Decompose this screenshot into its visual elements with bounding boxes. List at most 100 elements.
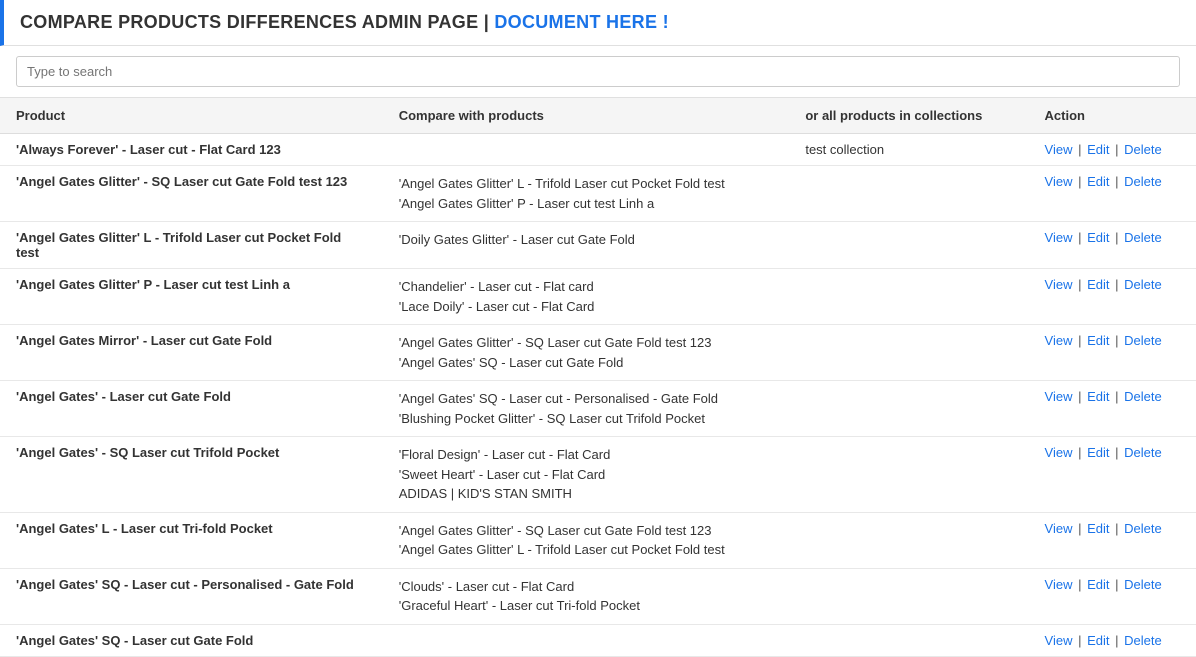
action-separator: |: [1074, 633, 1085, 648]
table-row: 'Angel Gates Glitter' - SQ Laser cut Gat…: [0, 166, 1196, 222]
cell-collection: [789, 325, 1028, 381]
compare-item: 'Angel Gates Glitter' L - Trifold Laser …: [399, 540, 774, 560]
cell-compare: 'Angel Gates Glitter' L - Trifold Laser …: [383, 166, 790, 222]
cell-action: View | Edit | Delete: [1029, 437, 1196, 513]
cell-product: 'Angel Gates' L - Laser cut Tri-fold Poc…: [0, 512, 383, 568]
cell-collection: test collection: [789, 134, 1028, 166]
cell-action: View | Edit | Delete: [1029, 624, 1196, 656]
table-row: 'Angel Gates Glitter' L - Trifold Laser …: [0, 222, 1196, 269]
cell-collection: [789, 269, 1028, 325]
action-edit-link[interactable]: Edit: [1087, 142, 1109, 157]
cell-compare: [383, 134, 790, 166]
action-separator: |: [1112, 577, 1123, 592]
compare-item: 'Angel Gates Glitter' - SQ Laser cut Gat…: [399, 333, 774, 353]
action-view-link[interactable]: View: [1045, 633, 1073, 648]
products-table: Product Compare with products or all pro…: [0, 98, 1196, 657]
cell-collection: [789, 166, 1028, 222]
action-delete-link[interactable]: Delete: [1124, 333, 1162, 348]
cell-action: View | Edit | Delete: [1029, 269, 1196, 325]
search-bar: [0, 46, 1196, 98]
action-separator: |: [1112, 277, 1123, 292]
action-separator: |: [1112, 174, 1123, 189]
action-edit-link[interactable]: Edit: [1087, 633, 1109, 648]
action-separator: |: [1074, 445, 1085, 460]
action-edit-link[interactable]: Edit: [1087, 521, 1109, 536]
cell-product: 'Angel Gates' SQ - Laser cut Gate Fold: [0, 624, 383, 656]
cell-compare: 'Doily Gates Glitter' - Laser cut Gate F…: [383, 222, 790, 269]
page-header: COMPARE PRODUCTS DIFFERENCES ADMIN PAGE …: [0, 0, 1196, 46]
action-delete-link[interactable]: Delete: [1124, 277, 1162, 292]
table-row: 'Angel Gates' SQ - Laser cut Gate Fold Vi…: [0, 624, 1196, 656]
product-name: 'Angel Gates Glitter' - SQ Laser cut Gat…: [16, 174, 347, 189]
cell-action: View | Edit | Delete: [1029, 568, 1196, 624]
cell-product: 'Angel Gates' - Laser cut Gate Fold: [0, 381, 383, 437]
table-row: 'Angel Gates' - SQ Laser cut Trifold Poc…: [0, 437, 1196, 513]
action-delete-link[interactable]: Delete: [1124, 445, 1162, 460]
action-delete-link[interactable]: Delete: [1124, 142, 1162, 157]
action-edit-link[interactable]: Edit: [1087, 577, 1109, 592]
cell-action: View | Edit | Delete: [1029, 381, 1196, 437]
compare-item: 'Blushing Pocket Glitter' - SQ Laser cut…: [399, 409, 774, 429]
cell-collection: [789, 381, 1028, 437]
action-links: View | Edit | Delete: [1045, 577, 1180, 592]
action-view-link[interactable]: View: [1045, 333, 1073, 348]
cell-product: 'Angel Gates' - SQ Laser cut Trifold Poc…: [0, 437, 383, 513]
action-delete-link[interactable]: Delete: [1124, 230, 1162, 245]
cell-product: 'Angel Gates Glitter' P - Laser cut test…: [0, 269, 383, 325]
cell-compare: 'Floral Design' - Laser cut - Flat Card'…: [383, 437, 790, 513]
action-edit-link[interactable]: Edit: [1087, 333, 1109, 348]
cell-product: 'Angel Gates' SQ - Laser cut - Personali…: [0, 568, 383, 624]
compare-item: ADIDAS | KID'S STAN SMITH: [399, 484, 774, 504]
action-edit-link[interactable]: Edit: [1087, 230, 1109, 245]
action-delete-link[interactable]: Delete: [1124, 577, 1162, 592]
action-links: View | Edit | Delete: [1045, 445, 1180, 460]
action-separator: |: [1074, 277, 1085, 292]
cell-compare: [383, 624, 790, 656]
table-row: 'Angel Gates' - Laser cut Gate Fold 'Ange…: [0, 381, 1196, 437]
cell-collection: [789, 624, 1028, 656]
cell-product: 'Angel Gates Glitter' L - Trifold Laser …: [0, 222, 383, 269]
action-edit-link[interactable]: Edit: [1087, 445, 1109, 460]
search-input[interactable]: [16, 56, 1180, 87]
compare-item: 'Angel Gates Glitter' - SQ Laser cut Gat…: [399, 521, 774, 541]
action-view-link[interactable]: View: [1045, 389, 1073, 404]
col-header-collection: or all products in collections: [789, 98, 1028, 134]
action-separator: |: [1112, 521, 1123, 536]
action-separator: |: [1112, 389, 1123, 404]
table-row: 'Angel Gates' L - Laser cut Tri-fold Poc…: [0, 512, 1196, 568]
action-delete-link[interactable]: Delete: [1124, 521, 1162, 536]
action-links: View | Edit | Delete: [1045, 389, 1180, 404]
cell-collection: [789, 222, 1028, 269]
table-row: 'Angel Gates Glitter' P - Laser cut test…: [0, 269, 1196, 325]
action-view-link[interactable]: View: [1045, 230, 1073, 245]
cell-product: 'Always Forever' - Laser cut - Flat Card…: [0, 134, 383, 166]
action-edit-link[interactable]: Edit: [1087, 174, 1109, 189]
compare-item: 'Chandelier' - Laser cut - Flat card: [399, 277, 774, 297]
cell-collection: [789, 568, 1028, 624]
page-wrapper: COMPARE PRODUCTS DIFFERENCES ADMIN PAGE …: [0, 0, 1196, 657]
action-edit-link[interactable]: Edit: [1087, 277, 1109, 292]
action-view-link[interactable]: View: [1045, 174, 1073, 189]
action-delete-link[interactable]: Delete: [1124, 174, 1162, 189]
product-name: 'Angel Gates Glitter' L - Trifold Laser …: [16, 230, 341, 260]
compare-item: 'Angel Gates' SQ - Laser cut - Personali…: [399, 389, 774, 409]
action-edit-link[interactable]: Edit: [1087, 389, 1109, 404]
action-separator: |: [1074, 521, 1085, 536]
action-view-link[interactable]: View: [1045, 577, 1073, 592]
action-separator: |: [1074, 577, 1085, 592]
action-links: View | Edit | Delete: [1045, 633, 1180, 648]
action-view-link[interactable]: View: [1045, 521, 1073, 536]
compare-item: 'Angel Gates' SQ - Laser cut Gate Fold: [399, 353, 774, 373]
action-view-link[interactable]: View: [1045, 142, 1073, 157]
compare-item: 'Graceful Heart' - Laser cut Tri-fold Po…: [399, 596, 774, 616]
cell-action: View | Edit | Delete: [1029, 222, 1196, 269]
action-delete-link[interactable]: Delete: [1124, 389, 1162, 404]
product-name: 'Angel Gates' SQ - Laser cut - Personali…: [16, 577, 354, 592]
cell-compare: 'Chandelier' - Laser cut - Flat card'Lac…: [383, 269, 790, 325]
action-view-link[interactable]: View: [1045, 445, 1073, 460]
document-link[interactable]: DOCUMENT HERE !: [494, 12, 669, 32]
action-separator: |: [1074, 174, 1085, 189]
action-view-link[interactable]: View: [1045, 277, 1073, 292]
action-delete-link[interactable]: Delete: [1124, 633, 1162, 648]
compare-item: 'Lace Doily' - Laser cut - Flat Card: [399, 297, 774, 317]
